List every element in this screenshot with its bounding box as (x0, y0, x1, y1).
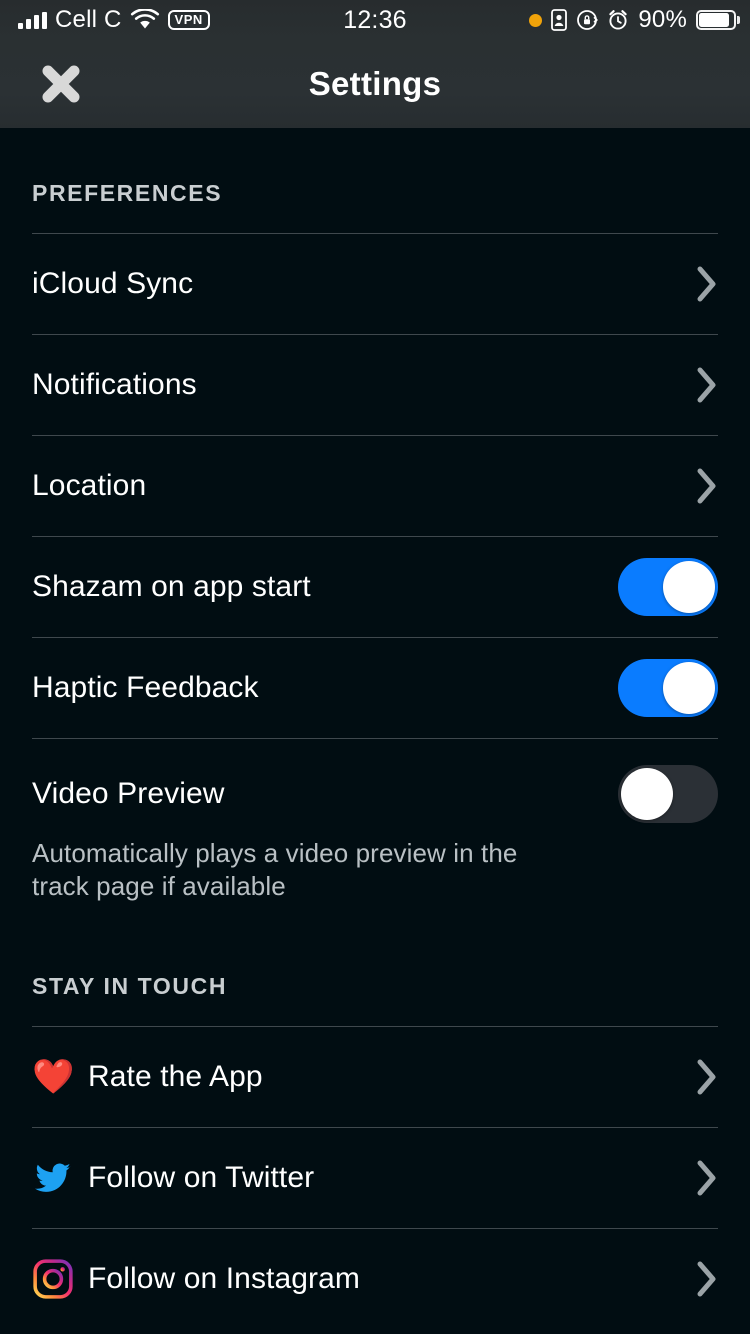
row-label: Rate the App (88, 1059, 263, 1093)
chevron-right-icon (697, 266, 716, 302)
chevron-right-icon (697, 1261, 716, 1296)
toggle-haptic-feedback[interactable] (618, 659, 718, 717)
heart-emoji-icon: ❤️ (32, 1057, 75, 1096)
navigation-bar: Settings (0, 40, 750, 128)
instagram-icon (33, 1258, 73, 1299)
status-bar-right: 90% (529, 6, 740, 34)
toggle-video-preview[interactable] (618, 765, 718, 823)
chevron-right-icon (697, 468, 716, 504)
settings-row-follow-on-twitter[interactable]: Follow on Twitter (0, 1128, 750, 1228)
settings-screen: Cell C VPN 12:36 90% Settings PREFERENCE… (0, 0, 750, 1334)
page-title: Settings (308, 65, 442, 102)
rotation-lock-icon (577, 10, 599, 30)
twitter-icon (35, 1162, 71, 1192)
row-label: Haptic Feedback (32, 671, 259, 704)
settings-row-haptic-feedback[interactable]: Haptic Feedback (0, 638, 750, 738)
row-label: Video Preview (32, 777, 225, 810)
settings-list: PREFERENCES iCloud Sync Notifications Lo… (0, 128, 750, 1334)
row-top: Video Preview (32, 765, 718, 823)
row-label: Shazam on app start (32, 570, 311, 603)
row-label: Follow on Instagram (88, 1261, 361, 1295)
chevron-right-icon (697, 367, 716, 403)
row-label: iCloud Sync (32, 267, 194, 300)
settings-row-video-preview[interactable]: Video Preview Automatically plays a vide… (0, 739, 750, 929)
battery-icon (696, 10, 740, 30)
settings-row-notifications[interactable]: Notifications (0, 335, 750, 435)
settings-row-shazam-on-app-start[interactable]: Shazam on app start (0, 537, 750, 637)
instagram-icon-wrap (32, 1258, 88, 1300)
settings-row-rate-the-app[interactable]: ❤️ Rate the App (0, 1027, 750, 1127)
settings-row-location[interactable]: Location (0, 436, 750, 536)
status-bar: Cell C VPN 12:36 90% (0, 0, 750, 40)
row-label: Location (32, 469, 147, 502)
id-badge-icon (551, 9, 568, 31)
section-header-preferences: PREFERENCES (32, 180, 223, 206)
settings-row-follow-on-instagram[interactable]: Follow on Instagram (0, 1229, 750, 1329)
twitter-icon-wrap (32, 1160, 88, 1196)
section-header-stay-in-touch: STAY IN TOUCH (32, 972, 228, 999)
chevron-right-icon (697, 1160, 716, 1195)
row-label: Notifications (32, 368, 197, 401)
row-subtitle: Automatically plays a video preview in t… (32, 838, 518, 901)
row-label: Follow on Twitter (88, 1160, 315, 1194)
settings-row-icloud-sync[interactable]: iCloud Sync (0, 234, 750, 334)
battery-percent-label: 90% (638, 6, 687, 33)
alarm-clock-icon (609, 10, 628, 30)
chevron-right-icon (697, 1059, 716, 1094)
toggle-shazam-on-app-start[interactable] (618, 558, 718, 616)
orange-recording-dot-icon (529, 13, 543, 27)
